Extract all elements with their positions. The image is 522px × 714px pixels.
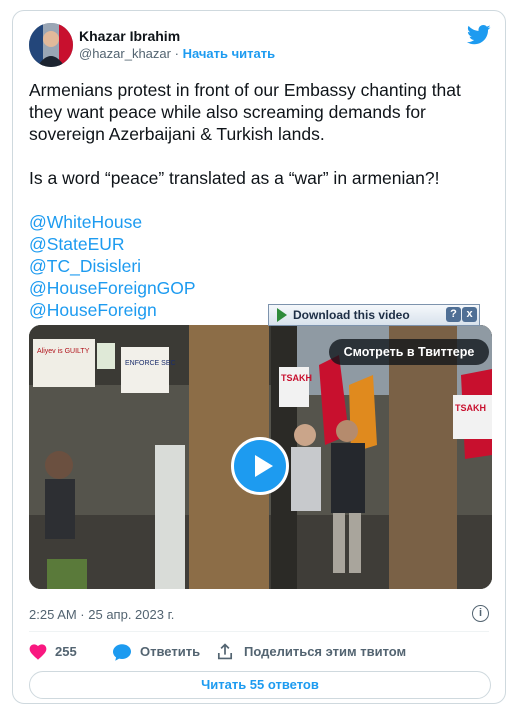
avatar[interactable]	[29, 23, 73, 67]
tweet-card: Khazar Ibrahim @hazar_khazar · Начать чи…	[12, 10, 506, 704]
download-label: Download this video	[293, 308, 410, 322]
author-handle[interactable]: @hazar_khazar	[79, 46, 171, 61]
like-count: 255	[55, 644, 77, 659]
follow-link[interactable]: Начать читать	[183, 46, 276, 61]
protest-sign: ENFORCE SEC	[121, 347, 176, 393]
twitter-bird-icon[interactable]	[467, 25, 491, 45]
reply-label: Ответить	[140, 644, 201, 659]
help-icon[interactable]: ?	[446, 307, 461, 322]
sign-text: TSAKH	[455, 403, 486, 413]
sign-text: Aliyev is GUILTY	[37, 348, 90, 355]
protest-sign: TSAKH	[279, 367, 312, 407]
mention-link[interactable]: @TC_Disisleri	[29, 255, 497, 277]
mention-link[interactable]: @StateEUR	[29, 233, 497, 255]
tweet-timestamp[interactable]: 2:25 AM · 25 апр. 2023 г.	[29, 607, 174, 622]
tweet-text: Armenians protest in front of our Embass…	[29, 79, 497, 321]
protest-sign: TSAKH	[453, 395, 492, 439]
protest-sign: Aliyev is GUILTY	[33, 339, 95, 387]
read-replies-button[interactable]: Читать 55 ответов	[29, 671, 491, 699]
sign-text: ENFORCE SEC	[125, 360, 176, 367]
tweet-paragraph-2: Is a word “peace” translated as a “war” …	[29, 168, 440, 188]
info-icon[interactable]: i	[472, 605, 489, 622]
share-upload-icon	[217, 643, 233, 660]
watch-on-twitter-button[interactable]: Смотреть в Твиттере	[329, 339, 489, 365]
separator: ·	[174, 46, 179, 61]
download-video-button[interactable]: Download this video	[273, 307, 410, 323]
tweet-paragraph-1: Armenians protest in front of our Embass…	[29, 80, 461, 144]
download-video-toolbar: Download this video ? x	[268, 304, 480, 326]
divider	[29, 631, 489, 632]
author-name[interactable]: Khazar Ibrahim	[79, 28, 180, 44]
mention-link[interactable]: @WhiteHouse	[29, 211, 497, 233]
sign-text: TSAKH	[281, 373, 312, 383]
speech-bubble-icon	[113, 644, 131, 661]
close-icon[interactable]: x	[462, 307, 477, 322]
share-label: Поделиться этим твитом	[244, 644, 407, 659]
author-meta: @hazar_khazar · Начать читать	[79, 46, 275, 61]
play-video-button[interactable]	[231, 437, 289, 495]
heart-icon	[29, 644, 47, 660]
mention-link[interactable]: @HouseForeignGOP	[29, 277, 497, 299]
play-triangle-icon	[277, 308, 287, 322]
